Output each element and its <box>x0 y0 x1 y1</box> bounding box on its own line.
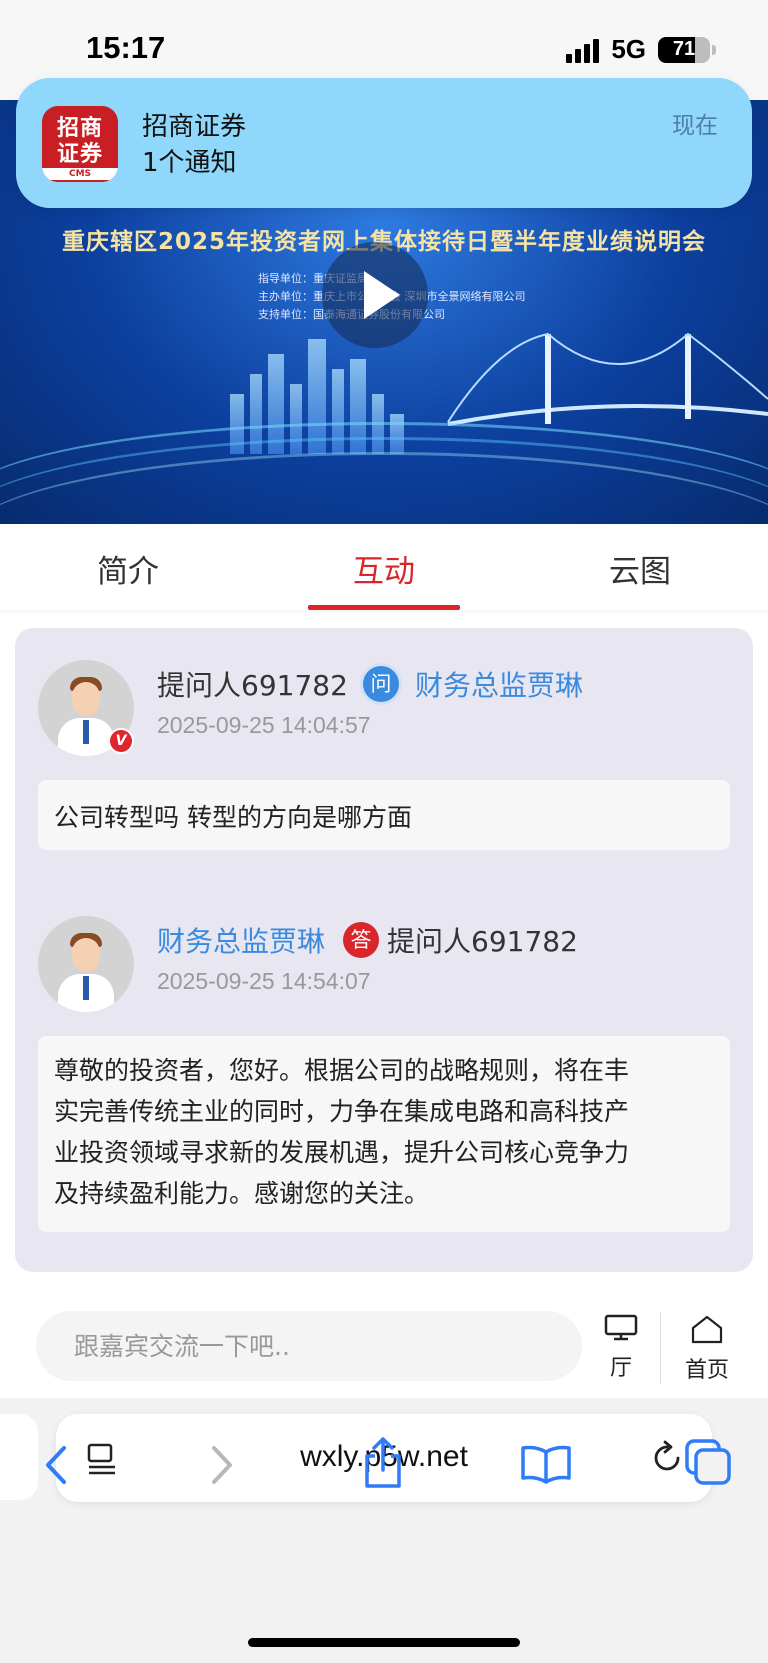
home-label: 首页 <box>684 1358 729 1383</box>
answer-content: 尊敬的投资者，您好。根据公司的战略规则，将在丰 实完善传统主业的同时，力争在集成… <box>38 1036 730 1232</box>
app-icon-tag: CMS <box>42 168 118 180</box>
tabs-icon[interactable] <box>684 1438 732 1486</box>
network-type: 5G <box>611 34 646 64</box>
asker-name: 提问人691782 <box>157 669 348 702</box>
question-target[interactable]: 财务总监贾琳 <box>415 664 583 704</box>
notification-app-name: 招商证券 <box>142 112 247 142</box>
answer-line: 及持续盈利能力。感谢您的关注。 <box>54 1179 430 1208</box>
answer-line: 尊敬的投资者，您好。根据公司的战略规则，将在丰 <box>54 1056 630 1085</box>
question-badge-icon: 问 <box>363 666 399 702</box>
question-time: 2025-09-25 14:04:57 <box>157 712 371 738</box>
answer-line: 业投资领域寻求新的发展机遇，提升公司核心竞争力 <box>54 1138 630 1167</box>
home-indicator <box>248 1638 520 1647</box>
notification-body: 1个通知 <box>142 148 237 178</box>
cms-app-icon: 招商 证券 CMS <box>42 106 118 182</box>
battery-icon: 71 <box>658 36 710 63</box>
answer-badge-icon: 答 <box>343 922 379 958</box>
home-icon <box>691 1315 723 1344</box>
verified-badge-icon: V <box>108 728 134 754</box>
previous-tab-preview[interactable] <box>0 1414 38 1500</box>
chat-input-bar: 厅 首页 <box>0 1296 768 1396</box>
push-notification[interactable]: 招商 证券 CMS 招商证券 1个通知 现在 <box>16 78 752 208</box>
input-bar-divider <box>660 1312 661 1384</box>
question-content: 公司转型吗 转型的方向是哪方面 <box>38 780 730 850</box>
home-button[interactable]: 首页 <box>672 1314 742 1384</box>
share-icon[interactable] <box>362 1436 404 1490</box>
status-time: 15:17 <box>86 30 166 65</box>
cellular-signal-icon <box>566 37 600 63</box>
answer-line: 实完善传统主业的同时，力争在集成电路和高科技产 <box>54 1097 630 1126</box>
tab-cloud-gallery[interactable]: 云图 <box>512 524 768 610</box>
hall-label: 厅 <box>609 1356 632 1381</box>
bookmarks-icon[interactable] <box>520 1444 572 1484</box>
app-icon-text-bottom: 证券 <box>56 141 103 167</box>
tab-intro[interactable]: 简介 <box>0 524 256 610</box>
answer-time: 2025-09-25 14:54:07 <box>157 968 371 994</box>
reload-icon[interactable] <box>650 1440 684 1476</box>
responder-name[interactable]: 财务总监贾琳 <box>157 920 325 960</box>
chat-input[interactable] <box>36 1311 582 1381</box>
forward-icon[interactable] <box>208 1442 238 1488</box>
play-video-button[interactable] <box>322 242 428 348</box>
tab-bar: 简介 互动 云图 <box>0 524 768 610</box>
answer-target: 提问人691782 <box>387 925 578 958</box>
tab-interaction[interactable]: 互动 <box>256 524 512 610</box>
monitor-icon <box>604 1314 638 1341</box>
responder-avatar[interactable] <box>38 916 134 1012</box>
notification-time: 现在 <box>672 113 718 139</box>
back-icon[interactable] <box>40 1442 70 1488</box>
qa-card: V 提问人691782 问 财务总监贾琳 2025-09-25 14:04:57… <box>15 628 753 1272</box>
browser-toolbar: wxly.p5w.net <box>0 1398 768 1663</box>
hall-button[interactable]: 厅 <box>586 1314 656 1384</box>
battery-level: 71 <box>672 37 696 60</box>
